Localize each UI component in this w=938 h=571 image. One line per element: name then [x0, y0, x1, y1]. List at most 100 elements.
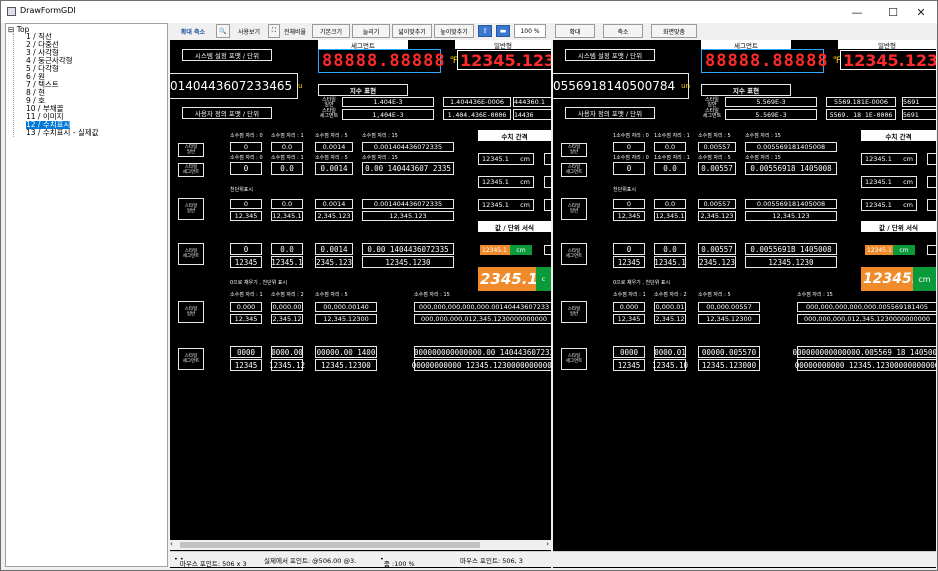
row3b-cell: 2,345.123	[315, 211, 353, 221]
exp-segment-3: 14436	[513, 109, 551, 120]
r-interval-label: 수치 간격	[861, 130, 936, 141]
segment-value: 88888.88888	[322, 51, 446, 71]
interval-label: 수치 간격	[478, 130, 551, 141]
decimals-label: 소수점 자리 : 1	[271, 133, 304, 139]
row5b-cell: 12,345	[230, 314, 262, 324]
scroll-left-icon[interactable]: ‹	[170, 540, 173, 548]
row4-cell: 0.00 1404436072335	[362, 243, 454, 255]
r-value-unit-value: 12345.1	[865, 245, 893, 255]
big-number-display: 0140443607233465 u	[170, 73, 303, 99]
arrow-up-icon[interactable]: ⇧	[478, 25, 492, 37]
fill-decimals-label: 소수점 자리 : 5	[315, 292, 348, 298]
fill-label: 0으로 채우기 , 천단위 표시	[613, 280, 671, 286]
row1-cell: 0.001404436072335	[362, 142, 454, 152]
value-unit-label: 값 / 단위 서식	[478, 221, 551, 232]
decimals-label: 소수점 자리 : 15	[362, 133, 398, 139]
row5b-cell: 12,345.12300	[698, 314, 760, 324]
r-big-number: 0556918140500784	[553, 79, 676, 93]
default-size-button[interactable]: 기본크기	[312, 24, 350, 38]
r-exp-segment-3: 5691	[902, 109, 936, 120]
r-big-orange-unit: cm	[913, 267, 936, 291]
decimals-label: 1소수점 자리 : 0	[613, 155, 649, 161]
row5b-cell: 000,000,000,012,345.1230000000000	[414, 314, 551, 324]
row3-cell: 0.005569181405008	[745, 199, 837, 209]
r-interval-side-1	[927, 153, 936, 165]
r-interval-side-2	[927, 176, 936, 188]
fill-decimals-label: 소수점 자리 : 2	[654, 292, 687, 298]
fill-decimals-label: 소수점 자리 : 15	[414, 292, 450, 298]
row4-cell: 0	[230, 243, 262, 255]
decimals-label: 소수점 자리 : 15	[362, 155, 398, 161]
row3b-cell: 12,345.123	[745, 211, 837, 221]
fit-height-button[interactable]: 높이맞추기	[434, 24, 474, 38]
zoom-value-field[interactable]: 100 %	[514, 24, 546, 38]
exp-segment-1: 1,404E-3	[342, 109, 434, 120]
interval-side-3	[544, 199, 551, 211]
fit-screen-button[interactable]: 화면맞춤	[651, 24, 697, 38]
r-interval-side-3	[927, 199, 936, 211]
tree-item[interactable]: 13 / 수치표시 - 실제값	[26, 129, 99, 137]
title-bar: DrawFormGDI — ☐ ✕	[1, 1, 937, 23]
style-segment: 스타일 세그먼트	[561, 163, 587, 177]
row2-cell: 0.00 140443607 2335	[362, 162, 454, 175]
r-general-header: 일반형	[838, 40, 936, 50]
interval-box-2: 12345.1 cm	[478, 176, 534, 188]
exp-general-style: 스타일 일반	[322, 97, 336, 108]
row5-cell: 00,000.00557	[698, 302, 760, 312]
left-canvas[interactable]: 확대 축소 🔍 사용보기 ⛶ 전체비율 기본크기 늘리기 넓이맞추기 높이맞추기…	[170, 23, 551, 568]
tree-view[interactable]: ⊟ Top 1 / 직선 2 / 다중선 3 / 사각형 4 / 둥근사각형 5 / 다…	[5, 23, 168, 567]
row2-cell: 0	[230, 162, 262, 175]
row2-cell: 0.00556918 1405008	[745, 162, 837, 175]
row4b-cell: 12345.1	[654, 256, 686, 268]
fit-width-button[interactable]: 넓이맞추기	[392, 24, 432, 38]
row4b-cell: 12345.1230	[745, 256, 837, 268]
scrollbar-thumb[interactable]	[180, 542, 480, 548]
row3-cell: 0.0	[654, 199, 686, 209]
row5-cell: 000,000,000,000,000.00140443607233	[414, 302, 551, 312]
decimals-label: 소수점 자리 : 1	[271, 155, 304, 161]
minimize-button[interactable]: —	[841, 1, 873, 23]
style-segment: 스타일 세그먼트	[178, 163, 204, 177]
row3b-cell: 12,345.1	[271, 211, 303, 221]
row4-cell: 0.0	[654, 243, 686, 255]
row3b-cell: 12,345.123	[362, 211, 454, 221]
r-exp-segment-1: 5.569E-3	[725, 109, 817, 120]
exp-value-3: 444360.1	[513, 97, 551, 107]
zoom-in-button[interactable]: 확대	[555, 24, 595, 38]
right-canvas[interactable]: 확대 축소 화면맞춤 시스템 설정 포맷 / 단위 세그먼트 88888.888…	[553, 23, 936, 568]
general-value: 12345.12300	[457, 50, 551, 70]
view-button[interactable]: 사용보기	[232, 24, 266, 38]
segment-header: 세그먼트	[318, 40, 408, 50]
row6b-cell: 12345.10	[651, 359, 689, 371]
row4b-cell: 12345.1230	[362, 256, 454, 268]
decimals-label: 소수점 자리 : 0	[230, 133, 263, 139]
close-button[interactable]: ✕	[905, 1, 937, 23]
full-ratio-button[interactable]: 전체비율	[280, 24, 310, 38]
style-general-2: 스타일 일반	[178, 198, 204, 220]
zoom-out-button[interactable]: 축소	[603, 24, 643, 38]
left-status-bar: • 마우스 포인트: 506 x 3 • 실제에서 포인트: @506.00 @…	[170, 551, 551, 568]
decimals-label: 소수점 자리 : 15	[745, 133, 781, 139]
big-number-unit: u	[298, 82, 303, 90]
row4-cell: 0.0	[271, 243, 303, 255]
exp-segment-style: 스타일 세그먼트	[319, 108, 339, 119]
row6-cell: 00000.00 1400	[315, 346, 377, 358]
stretch-button[interactable]: 늘리기	[352, 24, 390, 38]
row6-cell: 0000	[230, 346, 262, 358]
interval-box-1: 12345.1 cm	[478, 153, 534, 165]
r-interval-box-1: 12345.1 cm	[861, 153, 917, 165]
scroll-right-icon[interactable]: ›	[546, 540, 549, 548]
horizontal-scrollbar[interactable]: ‹ ›	[170, 540, 551, 550]
thousands-label: 천단위표시	[230, 187, 254, 193]
style-segment-2: 스타일 세그먼트	[561, 243, 587, 265]
minus-icon[interactable]: ▬	[496, 25, 510, 37]
real-point: 실제에서 포인트: @506.00 @3.	[264, 557, 357, 565]
decimals-label: 소수점 자리 : 5	[315, 133, 348, 139]
fit-icon[interactable]: ⛶	[268, 24, 280, 38]
row3b-cell: 12,345	[230, 211, 262, 221]
r-general-value: 12345.12300	[840, 50, 936, 70]
big-orange-value: 2345.1	[478, 267, 538, 291]
row1-cell: 0.005569181405008	[745, 142, 837, 152]
magnifier-icon[interactable]: 🔍	[216, 24, 230, 38]
exponent-label: 지수 표현	[318, 84, 408, 96]
